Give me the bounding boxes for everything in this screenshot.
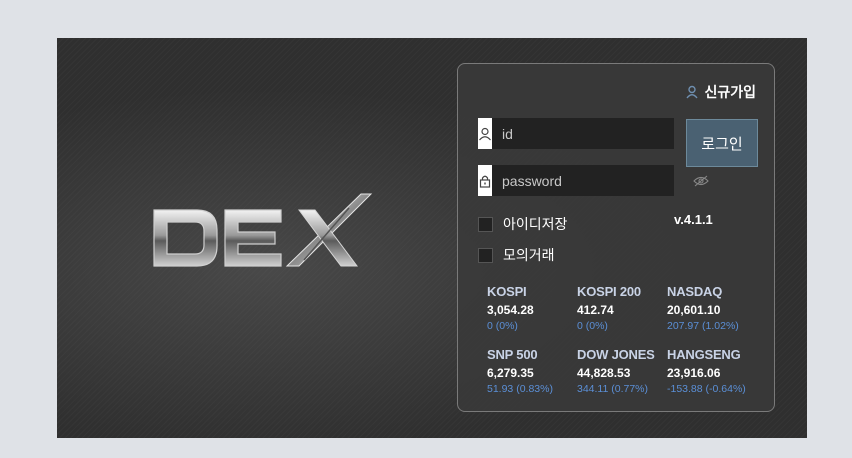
dex-logo — [153, 193, 373, 267]
user-icon — [478, 118, 492, 149]
index-value: 6,279.35 — [487, 366, 534, 380]
index-dowjones: DOW JONES 44,828.53 344.11 (0.77%) — [577, 347, 667, 395]
index-name: SNP 500 — [487, 347, 538, 362]
index-name: NASDAQ — [667, 284, 723, 299]
login-panel: 신규가입 id 로그인 아이디저장 v.4.1.1 모의거래 KOSPI 3,0… — [457, 63, 775, 412]
index-change: -153.88 (-0.64%) — [667, 383, 746, 395]
index-change: 0 (0%) — [577, 320, 608, 332]
login-button[interactable]: 로그인 — [686, 119, 758, 167]
index-kospi: KOSPI 3,054.28 0 (0%) — [487, 284, 577, 332]
password-input[interactable] — [492, 165, 693, 196]
index-hangseng: HANGSENG 23,916.06 -153.88 (-0.64%) — [667, 347, 757, 395]
index-kospi200: KOSPI 200 412.74 0 (0%) — [577, 284, 667, 332]
index-change: 344.11 (0.77%) — [577, 383, 649, 395]
save-id-label: 아이디저장 — [503, 216, 568, 232]
version-label: v.4.1.1 — [674, 212, 713, 227]
signup-user-icon — [686, 85, 699, 99]
save-id-box[interactable] — [478, 216, 493, 232]
index-value: 3,054.28 — [487, 303, 534, 317]
index-change: 0 (0%) — [487, 320, 518, 332]
id-field — [478, 118, 693, 149]
mock-trade-box[interactable] — [478, 247, 493, 263]
password-field — [478, 165, 709, 196]
index-value: 20,601.10 — [667, 303, 721, 317]
index-name: HANGSENG — [667, 347, 741, 362]
index-value: 44,828.53 — [577, 366, 631, 380]
index-snp500: SNP 500 6,279.35 51.93 (0.83%) — [487, 347, 577, 395]
signup-link[interactable]: 신규가입 — [686, 82, 756, 102]
index-value: 23,916.06 — [667, 366, 721, 380]
index-change: 51.93 (0.83%) — [487, 383, 553, 395]
mock-trade-label: 모의거래 — [503, 247, 555, 263]
lock-icon — [478, 165, 492, 196]
index-name: DOW JONES — [577, 347, 655, 362]
save-id-checkbox[interactable]: 아이디저장 — [478, 214, 567, 234]
id-input[interactable] — [492, 118, 693, 149]
index-value: 412.74 — [577, 303, 614, 317]
eye-off-icon[interactable] — [693, 165, 709, 196]
index-change: 207.97 (1.02%) — [667, 320, 739, 332]
index-name: KOSPI — [487, 284, 527, 299]
index-nasdaq: NASDAQ 20,601.10 207.97 (1.02%) — [667, 284, 757, 332]
signup-label: 신규가입 — [704, 84, 756, 100]
login-screen: 신규가입 id 로그인 아이디저장 v.4.1.1 모의거래 KOSPI 3,0… — [57, 38, 807, 438]
mock-trade-checkbox[interactable]: 모의거래 — [478, 245, 555, 265]
index-name: KOSPI 200 — [577, 284, 641, 299]
